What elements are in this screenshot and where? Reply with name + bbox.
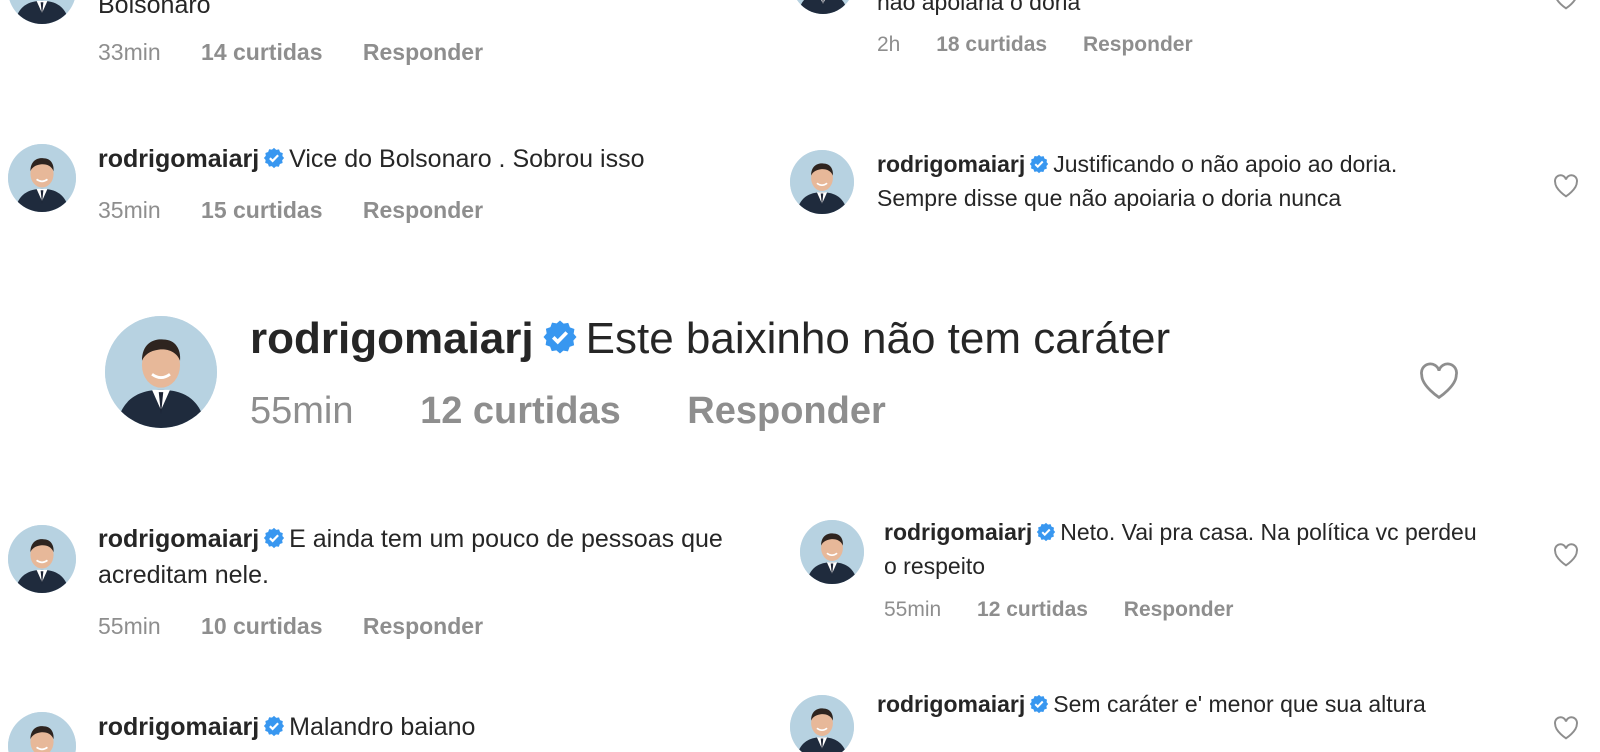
comment-text: Vice do Bolsonaro . Sobrou isso bbox=[289, 145, 645, 173]
comment-username[interactable]: rodrigomaiarj bbox=[250, 314, 534, 363]
comment-username[interactable]: rodrigomaiarj bbox=[877, 691, 1025, 717]
likes-count[interactable]: 12 curtidas bbox=[977, 598, 1088, 622]
comment-username[interactable]: rodrigomaiarj bbox=[98, 145, 259, 173]
reply-button[interactable]: Responder bbox=[1124, 598, 1234, 622]
profile-photo-icon bbox=[800, 520, 864, 584]
comments-collage: Bolsonaro 33min 14 curtidas Responder nã… bbox=[0, 0, 1600, 752]
profile-photo-icon bbox=[8, 0, 76, 24]
profile-photo-icon bbox=[105, 316, 217, 428]
comment-meta: 2h 18 curtidas Responder bbox=[877, 33, 1497, 57]
like-heart-icon[interactable] bbox=[1418, 362, 1460, 400]
reply-button[interactable]: Responder bbox=[363, 197, 483, 224]
like-heart-icon[interactable] bbox=[1553, 716, 1579, 740]
comment-time: 33min bbox=[98, 38, 161, 65]
avatar[interactable] bbox=[105, 316, 217, 428]
comment-time: 55min bbox=[98, 612, 161, 639]
reply-button[interactable]: Responder bbox=[363, 39, 483, 66]
reply-button[interactable]: Responder bbox=[363, 613, 483, 640]
profile-photo-icon bbox=[8, 712, 76, 752]
comment-text: não apoiaria o doria bbox=[877, 0, 1081, 15]
comment-text: Este baixinho não tem caráter bbox=[585, 314, 1171, 363]
comment-meta: 35min 15 curtidas Responder bbox=[98, 197, 758, 224]
verified-badge-icon bbox=[1029, 690, 1049, 722]
like-heart-icon[interactable] bbox=[1553, 174, 1579, 198]
comment-text: Bolsonaro bbox=[98, 0, 211, 19]
comment-meta: 55min 12 curtidas Responder bbox=[250, 390, 1370, 433]
profile-photo-icon bbox=[790, 695, 854, 752]
profile-photo-icon bbox=[790, 150, 854, 214]
profile-photo-icon bbox=[8, 144, 76, 212]
profile-photo-icon bbox=[792, 0, 854, 14]
avatar[interactable] bbox=[8, 525, 76, 593]
likes-count[interactable]: 10 curtidas bbox=[201, 613, 322, 640]
comment-text: Malandro baiano bbox=[289, 713, 476, 741]
comment-username[interactable]: rodrigomaiarj bbox=[884, 519, 1032, 545]
like-heart-icon[interactable] bbox=[1553, 0, 1579, 10]
comment-meta: 33min 14 curtidas Responder bbox=[98, 39, 718, 66]
likes-count[interactable]: 15 curtidas bbox=[201, 197, 322, 224]
verified-badge-icon bbox=[263, 714, 285, 745]
comment-username[interactable]: rodrigomaiarj bbox=[877, 151, 1025, 177]
comment-time: 2h bbox=[877, 33, 901, 57]
avatar[interactable] bbox=[792, 0, 854, 14]
avatar[interactable] bbox=[8, 144, 76, 212]
avatar[interactable] bbox=[790, 695, 854, 752]
comment-username[interactable]: rodrigomaiarj bbox=[98, 525, 259, 553]
like-heart-icon[interactable] bbox=[1553, 543, 1579, 567]
likes-count[interactable]: 14 curtidas bbox=[201, 39, 322, 66]
reply-button[interactable]: Responder bbox=[687, 390, 885, 433]
comment-meta: 55min 10 curtidas Responder bbox=[98, 613, 758, 640]
likes-count[interactable]: 18 curtidas bbox=[936, 33, 1047, 57]
comment-time: 55min bbox=[250, 389, 354, 432]
verified-badge-icon bbox=[1029, 150, 1049, 182]
comment-time: 35min bbox=[98, 196, 161, 223]
verified-badge-icon bbox=[1036, 518, 1056, 550]
avatar[interactable] bbox=[800, 520, 864, 584]
verified-badge-icon bbox=[542, 314, 578, 368]
avatar[interactable] bbox=[8, 712, 76, 752]
reply-button[interactable]: Responder bbox=[1083, 33, 1193, 57]
profile-photo-icon bbox=[8, 525, 76, 593]
avatar[interactable] bbox=[8, 0, 76, 24]
avatar[interactable] bbox=[790, 150, 854, 214]
comment-meta: 55min 12 curtidas Responder bbox=[884, 598, 1484, 622]
comment-time: 55min bbox=[884, 598, 942, 622]
verified-badge-icon bbox=[263, 146, 285, 177]
comment-text: Sem caráter e' menor que sua altura bbox=[1053, 691, 1426, 717]
verified-badge-icon bbox=[263, 525, 285, 559]
likes-count[interactable]: 12 curtidas bbox=[420, 390, 621, 433]
comment-username[interactable]: rodrigomaiarj bbox=[98, 713, 259, 741]
